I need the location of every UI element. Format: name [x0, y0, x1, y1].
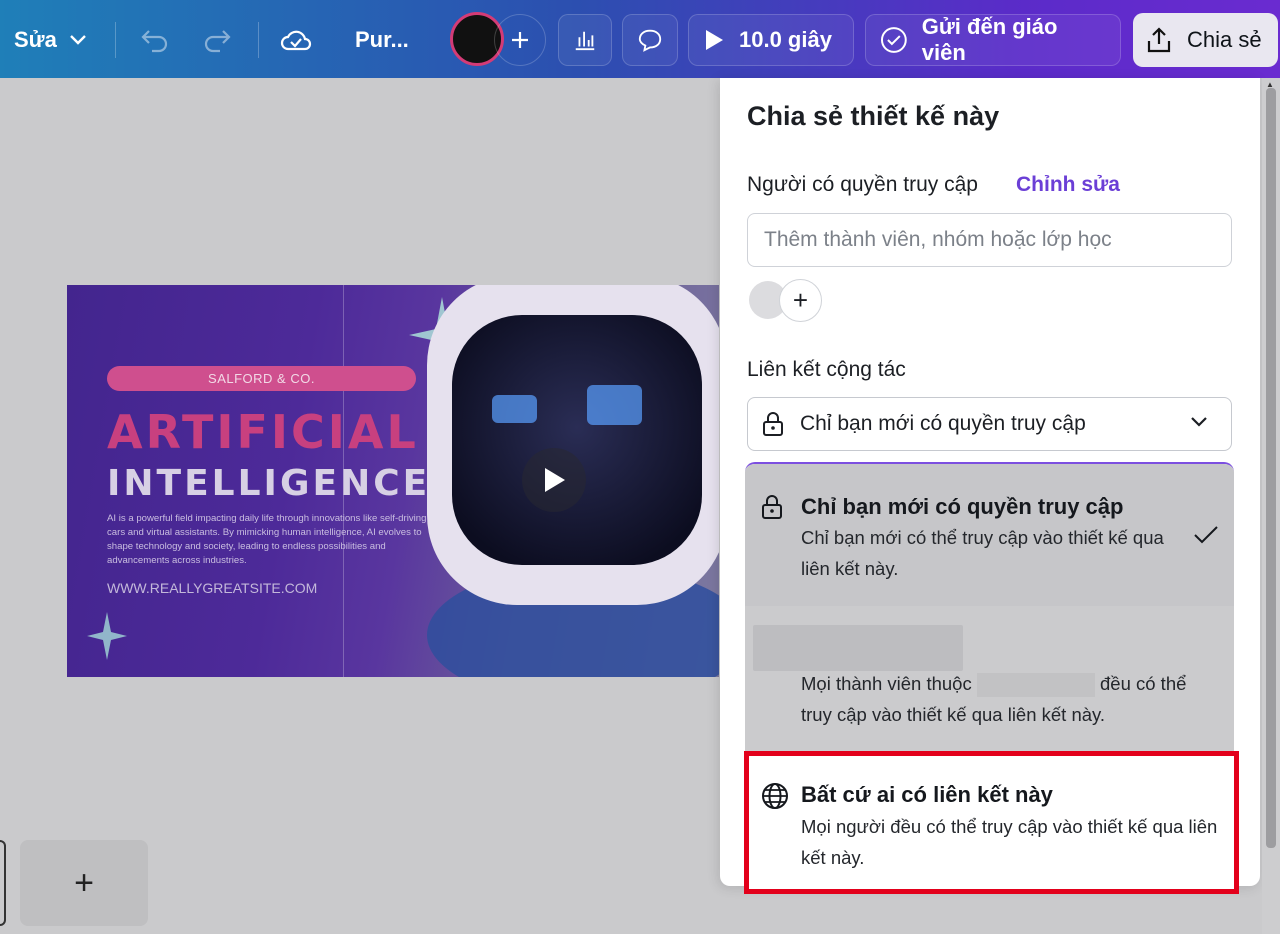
redacted-team-inline: [976, 673, 1095, 698]
add-member-button[interactable]: +: [779, 279, 822, 322]
design-description: AI is a powerful field impacting daily l…: [107, 513, 427, 566]
option-description: Chỉ bạn mới có thể truy cập vào thiết kế…: [801, 527, 1164, 579]
option-description: Mọi người đều có thể truy cập vào thiết …: [801, 816, 1218, 868]
cloud-save-status[interactable]: [280, 14, 312, 66]
access-label: Người có quyền truy cập: [747, 173, 978, 196]
option-title: Bất cứ ai có liên kết này: [801, 782, 1053, 807]
bar-chart-icon: [575, 31, 595, 51]
option-description-prefix: Mọi thành viên thuộc: [801, 673, 972, 694]
play-duration-button[interactable]: 10.0 giây: [688, 14, 854, 66]
link-access-selected-label: Chỉ bạn mới có quyền truy cập: [800, 412, 1086, 435]
video-play-button[interactable]: [522, 448, 586, 512]
chevron-down-icon: [69, 34, 87, 46]
plus-icon: [512, 32, 528, 48]
play-icon: [545, 468, 565, 492]
globe-icon: [762, 783, 788, 809]
redo-icon: [204, 30, 231, 53]
check-circle-icon: [880, 27, 907, 53]
redacted-team-name: [753, 625, 963, 671]
add-collaborator-button[interactable]: [494, 14, 546, 66]
plus-icon: +: [74, 863, 94, 902]
headline-artificial: ARTIFICIAL: [107, 405, 419, 459]
undo-icon: [141, 30, 168, 53]
edit-access-link[interactable]: Chỉnh sửa: [1016, 173, 1120, 197]
play-icon: [706, 30, 723, 50]
send-to-teacher-label: Gửi đến giáo viên: [921, 14, 1058, 65]
add-page-button[interactable]: +: [20, 840, 148, 926]
plus-icon: +: [792, 285, 809, 315]
page-thumbnail-current[interactable]: [0, 840, 6, 926]
brand-pill: SALFORD & CO.: [107, 366, 416, 391]
toolbar-divider: [258, 22, 259, 58]
share-panel-title: Chia sẻ thiết kế này: [747, 101, 1000, 131]
cloud-check-icon: [280, 30, 312, 51]
link-access-select[interactable]: Chỉ bạn mới có quyền truy cập: [747, 397, 1232, 451]
option-title: Chỉ bạn mới có quyền truy cập: [801, 494, 1124, 519]
headline-intelligence: INTELLIGENCE: [107, 463, 431, 504]
access-option-team[interactable]: Mọi thành viên thuộc đều có thể truy cập…: [745, 606, 1234, 754]
duration-label: 10.0 giây: [739, 27, 832, 52]
panel-scrollbar[interactable]: ▲ ▼: [1262, 78, 1280, 934]
design-canvas[interactable]: SALFORD & CO. ARTIFICIAL INTELLIGENCE AI…: [67, 285, 719, 677]
option-description-line2: truy cập vào thiết kế qua liên kết này.: [801, 704, 1106, 725]
redo-button[interactable]: [202, 14, 232, 66]
document-title[interactable]: Pur...: [355, 14, 409, 66]
share-label: Chia sẻ: [1187, 27, 1262, 52]
access-option-anyone-with-link[interactable]: Bất cứ ai có liên kết này Mọi người đều …: [744, 751, 1239, 894]
scrollbar-thumb[interactable]: [1266, 88, 1276, 848]
lock-icon: [763, 412, 783, 436]
add-member-input[interactable]: [747, 213, 1232, 267]
checkmark-icon: [1194, 526, 1218, 544]
option-description: Mọi thành viên thuộc đều có thể truy cập…: [801, 668, 1196, 730]
share-button[interactable]: Chia sẻ: [1133, 13, 1278, 67]
lock-icon: [762, 495, 782, 519]
design-url: WWW.REALLYGREATSITE.COM: [107, 580, 318, 596]
chevron-down-icon: [1191, 417, 1207, 427]
comments-button[interactable]: [622, 14, 678, 66]
edit-menu-label: Sửa: [14, 27, 57, 52]
collab-link-label: Liên kết cộng tác: [747, 358, 906, 381]
toolbar-divider: [115, 22, 116, 58]
send-to-teacher-button[interactable]: Gửi đến giáo viên: [865, 14, 1121, 66]
option-description-suffix: đều có thể: [1100, 673, 1187, 694]
edit-menu-button[interactable]: Sửa: [14, 14, 87, 66]
share-upload-icon: [1147, 27, 1171, 53]
insights-button[interactable]: [558, 14, 612, 66]
undo-button[interactable]: [140, 14, 170, 66]
top-toolbar: Sửa Pur... 10.0 giây Gửi đến giáo viên C…: [0, 0, 1280, 78]
comment-icon: [638, 29, 662, 52]
sparkle-star-icon: [87, 612, 127, 660]
access-option-only-you[interactable]: Chỉ bạn mới có quyền truy cập Chỉ bạn mớ…: [745, 464, 1234, 606]
